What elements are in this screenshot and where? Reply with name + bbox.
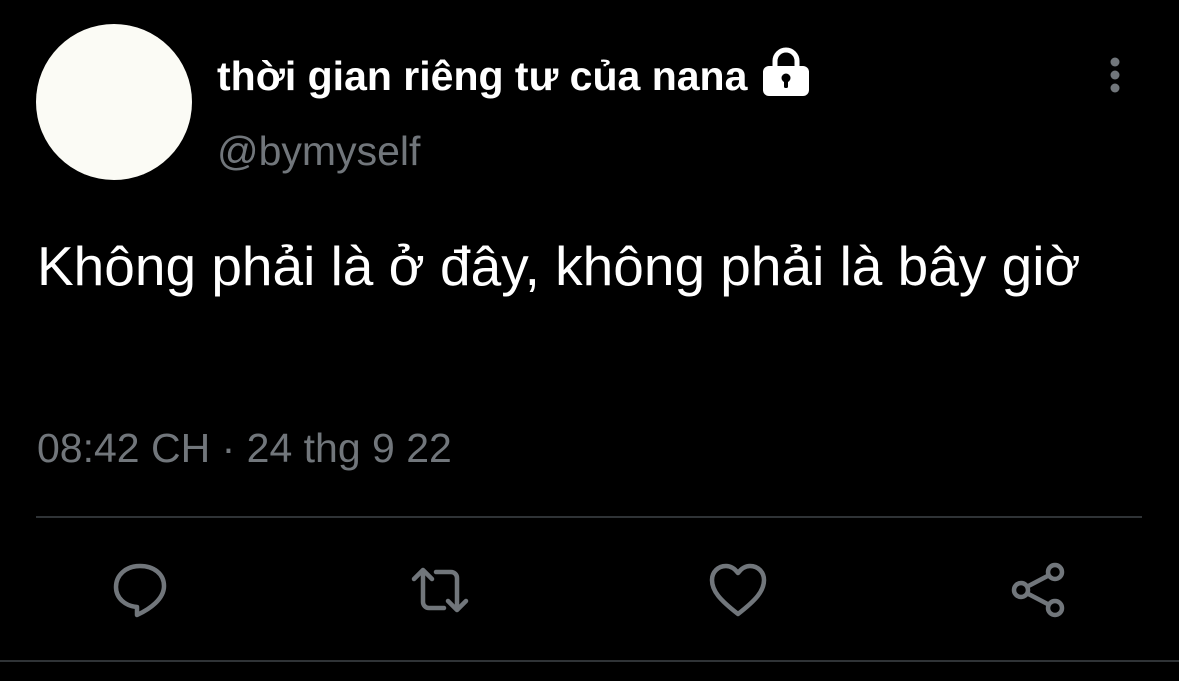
like-button[interactable] — [706, 558, 770, 622]
author-name-row: thời gian riêng tư của nana — [217, 46, 811, 104]
tweet-timestamp[interactable]: 08:42 CH · 24 thg 9 22 — [37, 425, 452, 472]
avatar[interactable] — [36, 24, 192, 180]
reply-button[interactable] — [108, 558, 172, 622]
share-button[interactable] — [1006, 558, 1070, 622]
tweet-text: Không phải là ở đây, không phải là bây g… — [37, 235, 1081, 297]
author-display-name[interactable]: thời gian riêng tư của nana — [217, 53, 747, 100]
share-icon — [1011, 562, 1065, 618]
lock-icon — [761, 46, 811, 98]
bottom-divider — [0, 660, 1179, 662]
comment-icon — [113, 563, 167, 618]
more-vertical-icon[interactable] — [1102, 54, 1128, 96]
retweet-icon — [411, 567, 469, 613]
retweet-button[interactable] — [408, 558, 472, 622]
divider — [36, 516, 1142, 518]
author-handle[interactable]: @bymyself — [217, 128, 420, 175]
heart-icon — [709, 563, 767, 617]
